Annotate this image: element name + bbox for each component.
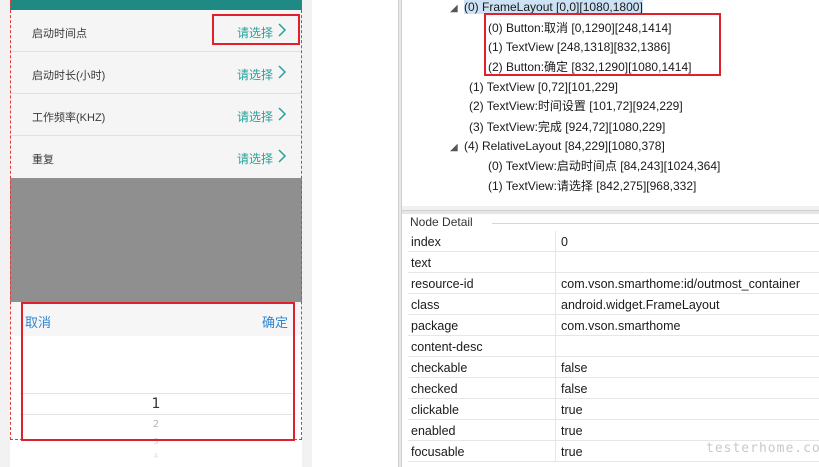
chevron-right-icon <box>278 107 287 121</box>
prop-value: true <box>561 445 583 459</box>
setting-row-duration[interactable]: 启动时长(小时) 请选择 <box>10 52 302 94</box>
prop-value: true <box>561 403 583 417</box>
prop-row-content-desc[interactable]: content-desc <box>408 336 819 357</box>
column-divider <box>555 441 556 462</box>
chevron-right-icon <box>278 149 287 163</box>
tree-node-framelayout[interactable]: ◢ (0) FrameLayout [0,0][1080,1800] <box>450 0 643 17</box>
picker-divider <box>20 414 292 415</box>
tree-node-textview-start-time[interactable]: (0) TextView:启动时间点 [84,243][1024,364] <box>488 156 720 176</box>
prop-key: enabled <box>411 424 456 438</box>
chevron-right-icon <box>278 65 287 79</box>
column-divider <box>555 294 556 315</box>
prop-row-enabled[interactable]: enabled true <box>408 420 819 441</box>
prop-row-clickable[interactable]: clickable true <box>408 399 819 420</box>
device-screenshot-panel: 启动时间点 请选择 启动时长(小时) 请选择 工作频率(KHZ) 请选择 重复 … <box>0 0 312 467</box>
confirm-button[interactable]: 确定 <box>262 312 288 331</box>
tree-node-label: (3) TextView:完成 [924,72][1080,229] <box>469 120 666 134</box>
tree-node-textview[interactable]: (1) TextView [248,1318][832,1386] <box>488 37 670 57</box>
tree-node-label: (4) RelativeLayout [84,229][1080,378] <box>464 139 665 153</box>
picker-divider <box>20 393 292 394</box>
tree-node-textview[interactable]: (1) TextView [0,72][101,229] <box>469 77 618 97</box>
column-divider <box>555 273 556 294</box>
prop-key: clickable <box>411 403 459 417</box>
tree-node-label: (0) FrameLayout [0,0][1080,1800] <box>464 0 643 14</box>
setting-value[interactable]: 请选择 <box>237 150 273 167</box>
column-divider <box>555 420 556 441</box>
prop-key: focusable <box>411 445 465 459</box>
setting-value[interactable]: 请选择 <box>237 66 273 83</box>
tree-node-relativelayout[interactable]: ◢ (4) RelativeLayout [84,229][1080,378] <box>450 136 665 156</box>
prop-key: index <box>411 235 441 249</box>
picker-item-selected[interactable]: 1 <box>10 396 302 412</box>
prop-key: checkable <box>411 361 468 375</box>
tree-node-button-cancel[interactable]: (0) Button:取消 [0,1290][248,1414] <box>488 18 671 38</box>
node-detail-panel: Node Detail index 0 text resource-id com… <box>402 214 819 467</box>
cancel-button[interactable]: 取消 <box>25 312 51 331</box>
dialog-dim-overlay <box>10 178 302 302</box>
tree-node-label: (2) Button:确定 [832,1290][1080,1414] <box>488 60 692 74</box>
tree-node-label: (1) TextView [0,72][101,229] <box>469 80 618 94</box>
prop-row-text[interactable]: text <box>408 252 819 273</box>
tree-node-label: (2) TextView:时间设置 [101,72][924,229] <box>469 99 683 113</box>
setting-row-frequency[interactable]: 工作频率(KHZ) 请选择 <box>10 94 302 136</box>
prop-value: false <box>561 361 588 375</box>
tree-node-label: (0) Button:取消 [0,1290][248,1414] <box>488 21 672 35</box>
picker-item[interactable]: 3 <box>10 437 302 446</box>
hierarchy-tree: ◢ (0) FrameLayout [0,0][1080,1800] (0) Bu… <box>402 0 819 210</box>
prop-row-class[interactable]: class android.widget.FrameLayout <box>408 294 819 315</box>
tree-node-label: (1) TextView:请选择 [842,275][968,332] <box>488 179 697 193</box>
column-divider <box>555 399 556 420</box>
prop-key: text <box>411 256 432 270</box>
setting-label: 启动时长(小时) <box>32 70 106 82</box>
prop-value: true <box>561 424 583 438</box>
tree-node-textview-select[interactable]: (1) TextView:请选择 [842,275][968,332] <box>488 176 696 196</box>
column-divider <box>555 357 556 378</box>
title-rule <box>492 223 819 224</box>
setting-label: 重复 <box>32 154 54 166</box>
settings-list: 启动时间点 请选择 启动时长(小时) 请选择 工作频率(KHZ) 请选择 重复 … <box>10 10 302 178</box>
dialog-header: 取消 确定 <box>10 302 302 336</box>
setting-label: 启动时间点 <box>32 28 87 40</box>
prop-value: com.vson.smarthome <box>561 319 681 333</box>
app-title-bar <box>10 0 302 10</box>
prop-row-checked[interactable]: checked false <box>408 378 819 399</box>
column-divider <box>555 336 556 357</box>
prop-value: com.vson.smarthome:id/outmost_container <box>561 277 800 291</box>
prop-row-package[interactable]: package com.vson.smarthome <box>408 315 819 336</box>
chevron-down-icon[interactable]: ◢ <box>450 138 464 158</box>
setting-row-repeat[interactable]: 重复 请选择 <box>10 136 302 178</box>
prop-value: android.widget.FrameLayout <box>561 298 720 312</box>
chevron-right-icon <box>278 23 287 37</box>
tree-node-button-ok[interactable]: (2) Button:确定 [832,1290][1080,1414] <box>488 57 691 77</box>
picker-item[interactable]: 2 <box>10 419 302 430</box>
setting-value[interactable]: 请选择 <box>237 108 273 125</box>
column-divider <box>555 252 556 273</box>
chevron-down-icon[interactable]: ◢ <box>450 0 464 19</box>
prop-key: package <box>411 319 459 333</box>
column-divider <box>555 315 556 336</box>
tree-node-textview-title[interactable]: (2) TextView:时间设置 [101,72][924,229] <box>469 96 683 116</box>
watermark-text: testerhome.com <box>706 441 819 456</box>
setting-row-start-time[interactable]: 启动时间点 请选择 <box>10 10 302 52</box>
prop-key: class <box>411 298 440 312</box>
prop-value: 0 <box>561 235 568 249</box>
prop-value: false <box>561 382 588 396</box>
prop-key: content-desc <box>411 340 483 354</box>
tree-node-label: (0) TextView:启动时间点 [84,243][1024,364] <box>488 159 721 173</box>
tree-node-label: (1) TextView [248,1318][832,1386] <box>488 40 671 54</box>
time-picker-dialog: 取消 确定 1 2 3 4 <box>10 302 302 467</box>
setting-label: 工作频率(KHZ) <box>32 112 106 124</box>
column-divider <box>555 231 556 252</box>
prop-row-index[interactable]: index 0 <box>408 231 819 252</box>
prop-key: resource-id <box>411 277 474 291</box>
column-divider <box>555 378 556 399</box>
setting-value[interactable]: 请选择 <box>237 24 273 41</box>
node-detail-title: Node Detail <box>410 215 473 229</box>
prop-key: checked <box>411 382 458 396</box>
prop-row-checkable[interactable]: checkable false <box>408 357 819 378</box>
tree-node-textview-done[interactable]: (3) TextView:完成 [924,72][1080,229] <box>469 117 665 137</box>
picker-item[interactable]: 4 <box>10 452 302 460</box>
prop-row-resource-id[interactable]: resource-id com.vson.smarthome:id/outmos… <box>408 273 819 294</box>
